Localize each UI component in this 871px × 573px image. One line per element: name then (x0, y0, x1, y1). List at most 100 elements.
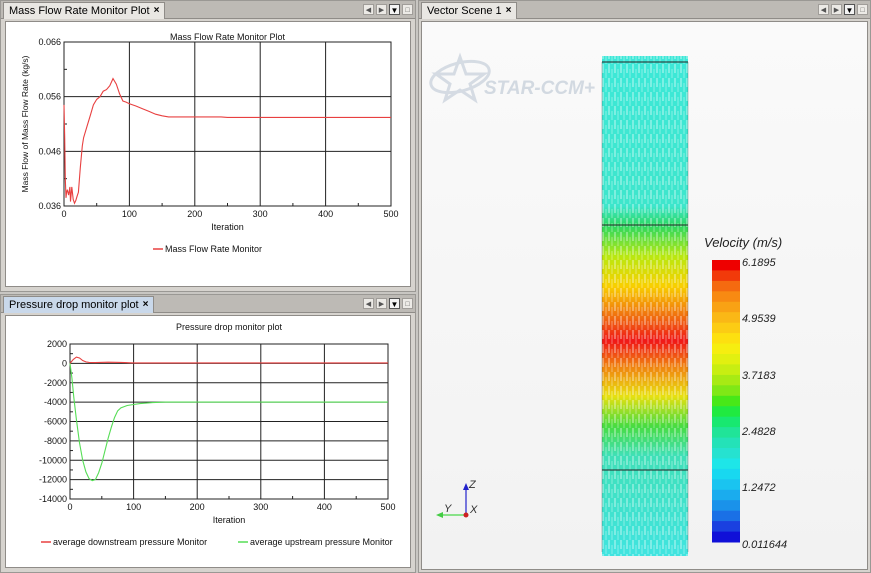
x-tick-label: 100 (122, 209, 137, 219)
maximize-icon[interactable]: □ (402, 4, 413, 15)
x-axis-label: Iteration (213, 515, 246, 525)
scroll-left-icon[interactable]: ◀ (818, 4, 829, 15)
legend-color-step (712, 510, 740, 522)
y-axis-arrow-icon (436, 512, 443, 518)
x-axis-label: Iteration (211, 222, 244, 232)
maximize-icon[interactable]: □ (857, 4, 868, 15)
maximize-icon[interactable]: □ (402, 298, 413, 309)
x-tick-label: 300 (253, 502, 268, 512)
y-tick-label: -8000 (44, 436, 67, 446)
legend-color-step (712, 312, 740, 324)
x-tick-label: 200 (187, 209, 202, 219)
tab-pressure-drop-plot[interactable]: Pressure drop monitor plot × (3, 296, 155, 313)
vector-scene-svg[interactable]: STAR-CCM+ Velocity (m/s) 6.1895 4.9539 3… (422, 22, 869, 572)
logo-text: STAR-CCM+ (484, 78, 595, 99)
close-icon[interactable]: × (154, 3, 160, 19)
plot-frame (63, 41, 392, 207)
tab-vector-scene[interactable]: Vector Scene 1 × (421, 2, 518, 19)
legend-tick-max: 6.1895 (742, 257, 777, 269)
close-icon[interactable]: × (143, 297, 149, 313)
legend-color-step (712, 301, 740, 313)
legend-color-step (712, 448, 740, 459)
y-tick-label: 0 (62, 358, 67, 368)
tab-controls: ◀ ▶ ▼ □ (818, 4, 868, 15)
scroll-left-icon[interactable]: ◀ (363, 4, 374, 15)
x-axis-dot (463, 512, 469, 518)
legend-color-step (712, 521, 740, 532)
legend-color-step (712, 322, 740, 334)
mass-flow-panel: Mass Flow Rate Monitor Plot × ◀ ▶ ▼ □ Ma… (0, 0, 416, 292)
pressure-tabbar: Pressure drop monitor plot × ◀ ▶ ▼ □ (1, 295, 415, 313)
legend-color-step (712, 416, 740, 428)
mass-flow-chart: Mass Flow Rate Monitor Plot 0 100 200 300 400… (20, 32, 399, 254)
tab-label: Pressure drop monitor plot (9, 299, 139, 311)
velocity-legend: Velocity (m/s) 6.1895 4.9539 3.7183 2.48… (704, 235, 787, 551)
vector-scene-panel: Vector Scene 1 × ◀ ▶ ▼ □ STAR-CCM+ Veloc… (418, 0, 871, 573)
legend-title: Velocity (m/s) (704, 235, 782, 250)
y-tick-label: 0.046 (38, 146, 61, 156)
legend-color-step (712, 270, 740, 282)
tab-mass-flow-plot[interactable]: Mass Flow Rate Monitor Plot × (3, 2, 166, 19)
legend-label: Mass Flow Rate Monitor (165, 244, 262, 254)
dropdown-icon[interactable]: ▼ (389, 4, 400, 15)
tab-label: Mass Flow Rate Monitor Plot (9, 5, 150, 17)
x-tick-label: 500 (383, 209, 398, 219)
y-tick-label: -4000 (44, 397, 67, 407)
y-tick-label: -6000 (44, 417, 67, 427)
y-tick-label: 0.066 (38, 37, 61, 47)
legend-color-step (712, 395, 740, 407)
tab-label: Vector Scene 1 (427, 5, 502, 17)
legend-color-step (712, 437, 740, 449)
legend-color-step (712, 260, 740, 271)
legend-label: average upstream pressure Monitor (250, 537, 393, 547)
legend-tick: 2.4828 (741, 426, 777, 438)
axes-triad: Z Y X (436, 479, 478, 518)
legend-tick: 4.9539 (742, 313, 776, 325)
velocity-vector-field (601, 56, 689, 556)
dropdown-icon[interactable]: ▼ (844, 4, 855, 15)
x-tick-label: 500 (380, 502, 395, 512)
scene-viewport[interactable]: STAR-CCM+ Velocity (m/s) 6.1895 4.9539 3… (421, 21, 868, 570)
x-tick-label: 200 (190, 502, 205, 512)
legend-color-step (712, 291, 740, 303)
close-icon[interactable]: × (506, 3, 512, 19)
legend-color-step (712, 364, 740, 376)
legend-color-step (712, 468, 740, 480)
x-axis-label: X (469, 504, 478, 516)
chart-body: Mass Flow Rate Monitor Plot 0 100 200 300 400… (20, 32, 399, 254)
scroll-left-icon[interactable]: ◀ (363, 298, 374, 309)
chart-title: Pressure drop monitor plot (176, 322, 283, 332)
legend-color-step (712, 479, 740, 491)
pressure-chart: Pressure drop monitor plot 0 100 200 300 400 5… (39, 322, 396, 547)
scroll-right-icon[interactable]: ▶ (376, 298, 387, 309)
tab-controls: ◀ ▶ ▼ □ (363, 298, 413, 309)
legend-item: average downstream pressure Monitor (41, 537, 207, 547)
legend-color-step (712, 374, 740, 386)
mass-flow-plot-area: Mass Flow Rate Monitor Plot 0 100 200 300 400… (5, 21, 411, 287)
legend-item: average upstream pressure Monitor (238, 537, 393, 547)
pressure-plot-area: Pressure drop monitor plot 0 100 200 300 400 5… (5, 315, 411, 568)
y-axis-label: Y (444, 503, 452, 515)
legend-color-step (712, 406, 740, 418)
legend-color-step (712, 343, 740, 355)
chart-title: Mass Flow Rate Monitor Plot (170, 32, 286, 42)
z-axis-label: Z (468, 479, 477, 491)
y-tick-label: -2000 (44, 378, 67, 388)
y-tick-label: 2000 (47, 339, 67, 349)
dropdown-icon[interactable]: ▼ (389, 298, 400, 309)
legend-color-step (712, 531, 740, 543)
legend-color-step (712, 280, 740, 292)
y-tick-label: 0.056 (38, 92, 61, 102)
y-tick-label: -10000 (39, 455, 67, 465)
scroll-right-icon[interactable]: ▶ (831, 4, 842, 15)
legend-tick-min: 0.011644 (742, 539, 787, 551)
pressure-panel: Pressure drop monitor plot × ◀ ▶ ▼ □ Pre… (0, 294, 416, 573)
legend-color-step (712, 489, 740, 501)
legend-color-step (712, 427, 740, 438)
scroll-right-icon[interactable]: ▶ (376, 4, 387, 15)
x-tick-label: 100 (126, 502, 141, 512)
x-tick-label: 300 (253, 209, 268, 219)
x-tick-label: 400 (317, 502, 332, 512)
y-tick-label: -14000 (39, 494, 67, 504)
legend-item: Mass Flow Rate Monitor (153, 244, 262, 254)
